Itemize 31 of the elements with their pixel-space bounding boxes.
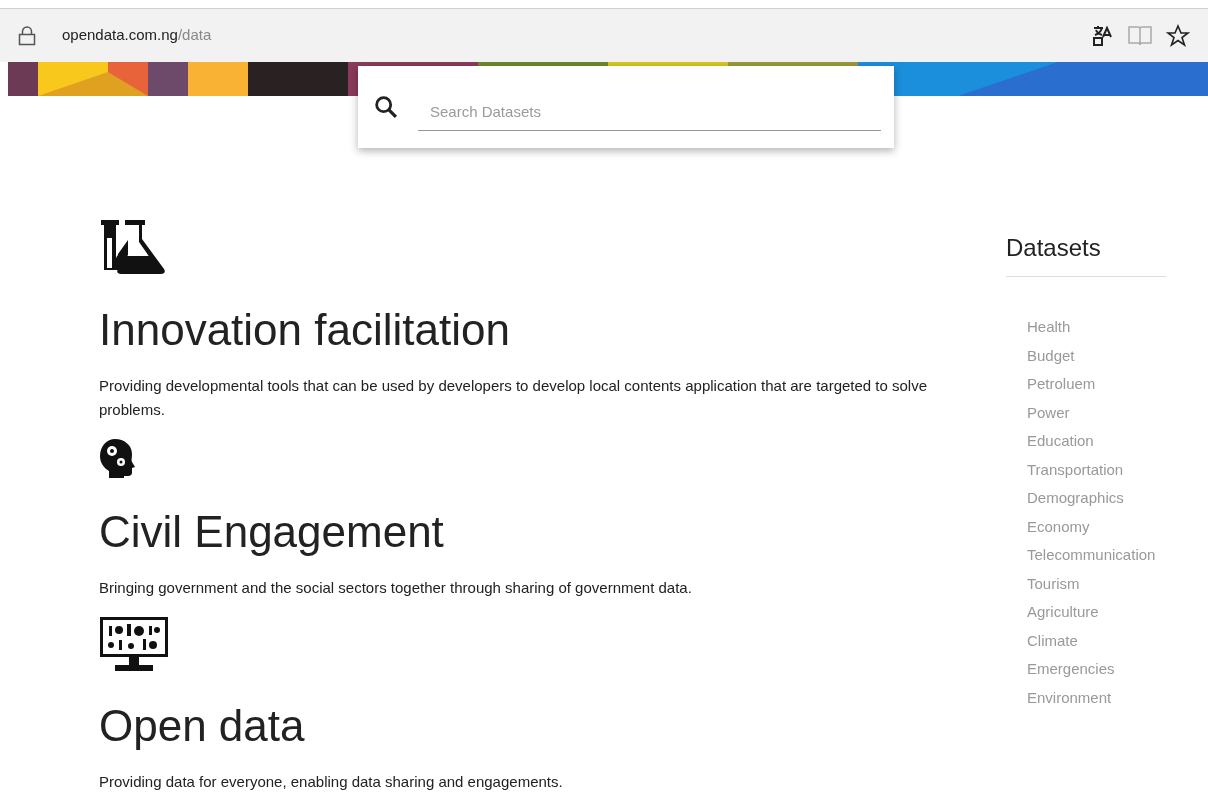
dataset-link[interactable]: Petroluem (1027, 370, 1166, 399)
section-heading: Open data (99, 700, 306, 752)
dataset-link[interactable]: Economy (1027, 512, 1166, 541)
dataset-link[interactable]: Transportation (1027, 455, 1166, 484)
dataset-link[interactable]: Emergencies (1027, 655, 1166, 684)
dataset-link[interactable]: Education (1027, 427, 1166, 456)
dataset-link[interactable]: Tourism (1027, 569, 1166, 598)
dataset-link[interactable]: Environment (1027, 683, 1166, 712)
section-description: Providing developmental tools that can be used by developers to develop local contents application that are targeted to solve problems. (99, 376, 929, 420)
star-icon[interactable] (1166, 23, 1190, 48)
url-path: /data (177, 25, 212, 46)
sidebar-title: Datasets (1006, 230, 1166, 277)
lock-icon (18, 25, 36, 46)
section-description: Providing data for everyone, enabling data sharing and engagements. (99, 772, 564, 792)
translate-icon[interactable] (1092, 24, 1114, 47)
dataset-link[interactable]: Agriculture (1027, 598, 1166, 627)
url-host: opendata.com.ng (62, 25, 178, 46)
search-icon (372, 93, 400, 121)
dataset-link[interactable]: Budget (1027, 341, 1166, 370)
section-heading: Civil Engagement (99, 506, 445, 558)
section-description: Bringing government and the social sectors together through sharing of government data. (99, 578, 693, 598)
section-heading: Innovation facilitation (99, 304, 511, 356)
search-field[interactable]: Search Datasets (418, 93, 881, 131)
dataset-link[interactable]: Health (1027, 313, 1166, 342)
monitor-binary-icon (99, 616, 169, 672)
address-field[interactable]: opendata.com.ng/data (62, 24, 212, 47)
dataset-link[interactable]: Power (1027, 398, 1166, 427)
dataset-link[interactable]: Telecommunication (1027, 541, 1166, 570)
dataset-link[interactable]: Climate (1027, 626, 1166, 655)
head-with-gears-icon (99, 438, 135, 478)
dataset-link[interactable]: Demographics (1027, 484, 1166, 513)
